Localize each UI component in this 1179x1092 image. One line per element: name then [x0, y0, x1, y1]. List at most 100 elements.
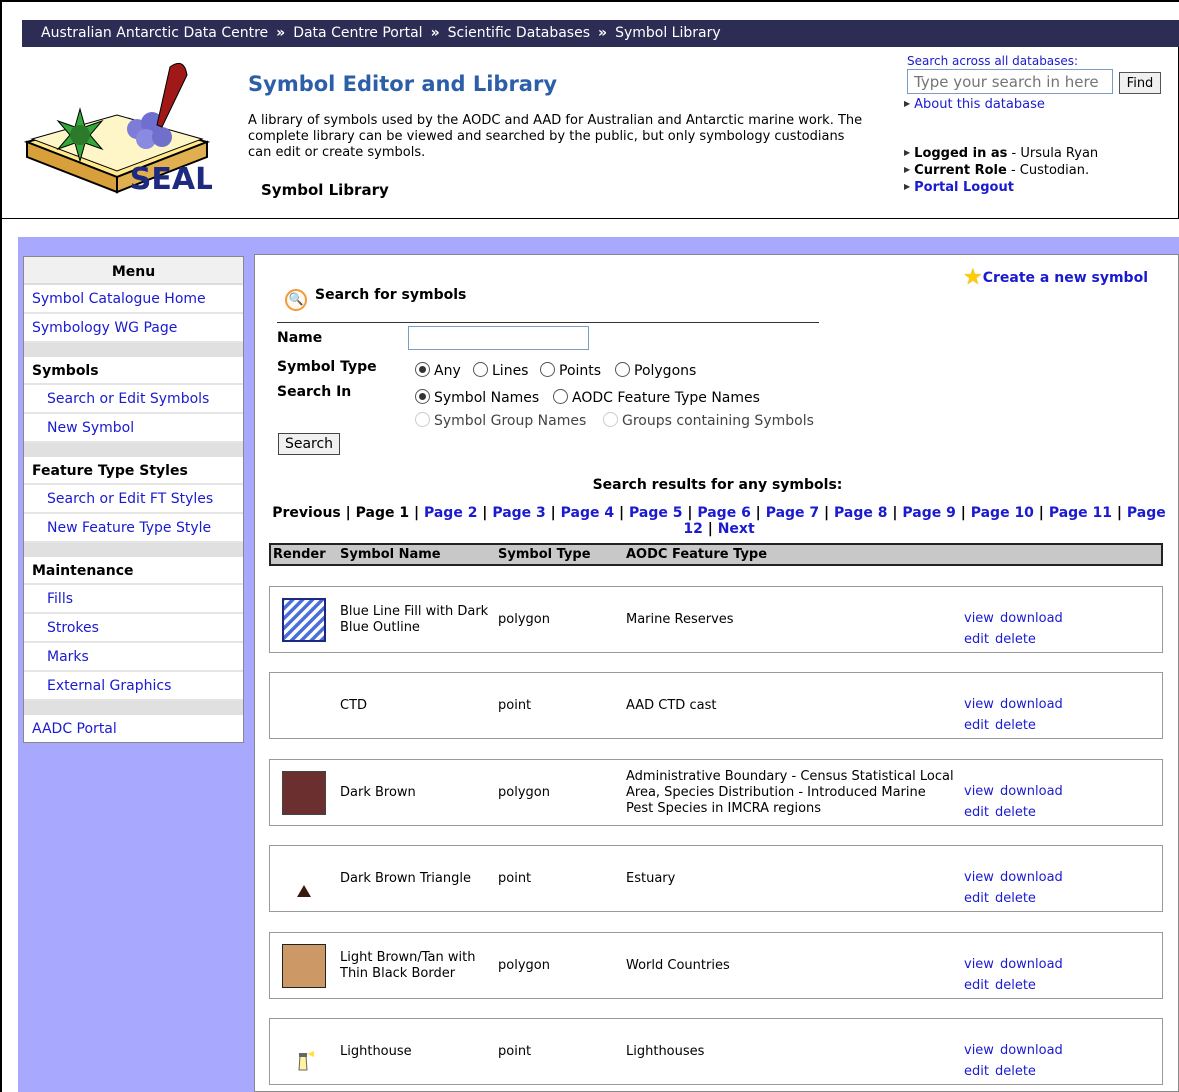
- triangle-icon: [297, 885, 311, 897]
- type-radio-points[interactable]: Points: [540, 362, 601, 379]
- menu-item-fills[interactable]: Fills: [24, 585, 243, 614]
- edit-link[interactable]: edit: [964, 632, 989, 647]
- edit-link[interactable]: edit: [964, 718, 989, 733]
- pager-link[interactable]: Page 10: [971, 505, 1034, 521]
- table-row: Dark Brown polygon Administrative Bounda…: [269, 759, 1163, 826]
- logged-in-label: Logged in as: [914, 146, 1008, 161]
- searchin-radio-symbol-names[interactable]: Symbol Names: [415, 389, 539, 406]
- pager-link[interactable]: Page 2: [424, 505, 477, 521]
- pager-link[interactable]: Page 8: [834, 505, 887, 521]
- menu-divider: [24, 443, 243, 457]
- logout-line: ▶ Portal Logout: [904, 179, 1098, 196]
- breadcrumb-separator: »: [276, 25, 286, 41]
- searchin-radio-aodc-ft-names[interactable]: AODC Feature Type Names: [553, 389, 760, 406]
- symbol-type-label: Symbol Type: [277, 359, 377, 375]
- view-link[interactable]: view: [964, 697, 994, 712]
- tan-swatch: [282, 944, 326, 988]
- menu-item-strokes[interactable]: Strokes: [24, 614, 243, 643]
- type-radio-any[interactable]: Any: [415, 362, 461, 379]
- menu-link[interactable]: Search or Edit Symbols: [47, 391, 209, 407]
- portal-logout-link[interactable]: Portal Logout: [914, 180, 1014, 195]
- download-link[interactable]: download: [1000, 1043, 1063, 1058]
- find-button[interactable]: Find: [1119, 72, 1161, 94]
- menu-link[interactable]: Marks: [47, 649, 89, 665]
- menu-item-new-ft[interactable]: New Feature Type Style: [24, 514, 243, 543]
- menu-item-search-symbols[interactable]: Search or Edit Symbols: [24, 385, 243, 414]
- download-link[interactable]: download: [1000, 784, 1063, 799]
- menu-link[interactable]: Symbol Catalogue Home: [32, 291, 206, 307]
- pager-link[interactable]: Page 3: [492, 505, 545, 521]
- menu-link[interactable]: Strokes: [47, 620, 99, 636]
- menu-item-catalogue-home[interactable]: Symbol Catalogue Home: [24, 285, 243, 314]
- menu-item-aadc-portal[interactable]: AADC Portal: [24, 715, 243, 744]
- searchin-radio-groups-containing[interactable]: Groups containing Symbols: [603, 412, 814, 429]
- name-input[interactable]: [408, 326, 589, 350]
- menu-link[interactable]: Symbology WG Page: [32, 320, 177, 336]
- download-link[interactable]: download: [1000, 870, 1063, 885]
- bullet-arrow-icon: ▶: [904, 99, 911, 108]
- breadcrumb-aadc[interactable]: Australian Antarctic Data Centre: [41, 25, 268, 41]
- menu-divider: [24, 701, 243, 715]
- seal-logo: SEAL: [23, 62, 212, 197]
- menu-item-new-symbol[interactable]: New Symbol: [24, 414, 243, 443]
- searchin-radio-group-names[interactable]: Symbol Group Names: [415, 412, 586, 429]
- radio-label: Symbol Group Names: [434, 413, 587, 429]
- radio-label: Groups containing Symbols: [622, 413, 814, 429]
- page-description: A library of symbols used by the AODC an…: [248, 113, 863, 160]
- edit-link[interactable]: edit: [964, 891, 989, 906]
- view-link[interactable]: view: [964, 784, 994, 799]
- about-database-link[interactable]: About this database: [914, 97, 1045, 112]
- view-link[interactable]: view: [964, 870, 994, 885]
- delete-link[interactable]: delete: [995, 978, 1036, 993]
- menu-link[interactable]: Search or Edit FT Styles: [47, 491, 213, 507]
- breadcrumb-separator: »: [430, 25, 440, 41]
- breadcrumb-separator: »: [598, 25, 608, 41]
- pager-link[interactable]: Page 7: [766, 505, 819, 521]
- delete-link[interactable]: delete: [995, 1064, 1036, 1079]
- delete-link[interactable]: delete: [995, 805, 1036, 820]
- feature-type: World Countries: [626, 957, 730, 973]
- download-link[interactable]: download: [1000, 957, 1063, 972]
- edit-link[interactable]: edit: [964, 1064, 989, 1079]
- symbol-type: point: [498, 698, 532, 713]
- pager-link[interactable]: Page 4: [561, 505, 614, 521]
- menu-link[interactable]: External Graphics: [47, 678, 171, 694]
- pager-link[interactable]: Page 11: [1049, 505, 1112, 521]
- pager-next[interactable]: Next: [718, 521, 755, 537]
- search-button[interactable]: Search: [278, 433, 340, 455]
- menu-item-search-ft[interactable]: Search or Edit FT Styles: [24, 485, 243, 514]
- view-link[interactable]: view: [964, 957, 994, 972]
- pager-link[interactable]: Page 9: [902, 505, 955, 521]
- column-header-type: Symbol Type: [498, 547, 591, 562]
- type-radio-lines[interactable]: Lines: [473, 362, 528, 379]
- menu-link[interactable]: AADC Portal: [32, 721, 117, 737]
- create-symbol-link[interactable]: Create a new symbol: [983, 270, 1148, 286]
- edit-link[interactable]: edit: [964, 978, 989, 993]
- global-search-input[interactable]: [907, 69, 1113, 94]
- delete-link[interactable]: delete: [995, 891, 1036, 906]
- radio-icon: [540, 362, 555, 377]
- create-symbol[interactable]: ★Create a new symbol: [963, 265, 1148, 290]
- pager-link[interactable]: Page 6: [697, 505, 750, 521]
- view-link[interactable]: view: [964, 1043, 994, 1058]
- pager-link[interactable]: Page 5: [629, 505, 682, 521]
- type-radio-polygons[interactable]: Polygons: [615, 362, 696, 379]
- menu-link[interactable]: Fills: [47, 591, 73, 607]
- menu-link[interactable]: New Feature Type Style: [47, 520, 211, 536]
- breadcrumb-databases[interactable]: Scientific Databases: [448, 25, 590, 41]
- menu-link[interactable]: New Symbol: [47, 420, 134, 436]
- delete-link[interactable]: delete: [995, 718, 1036, 733]
- download-link[interactable]: download: [1000, 611, 1063, 626]
- menu-item-external-graphics[interactable]: External Graphics: [24, 672, 243, 701]
- menu-divider: [24, 343, 243, 357]
- download-link[interactable]: download: [1000, 697, 1063, 712]
- header: SEAL Symbol Editor and Library A library…: [2, 47, 1179, 219]
- menu-item-wg-page[interactable]: Symbology WG Page: [24, 314, 243, 343]
- delete-link[interactable]: delete: [995, 632, 1036, 647]
- row-actions: view download edit delete: [964, 954, 1069, 996]
- edit-link[interactable]: edit: [964, 805, 989, 820]
- breadcrumb-portal[interactable]: Data Centre Portal: [293, 25, 422, 41]
- view-link[interactable]: view: [964, 611, 994, 626]
- menu-item-marks[interactable]: Marks: [24, 643, 243, 672]
- results-title: Search results for any symbols:: [592, 477, 843, 493]
